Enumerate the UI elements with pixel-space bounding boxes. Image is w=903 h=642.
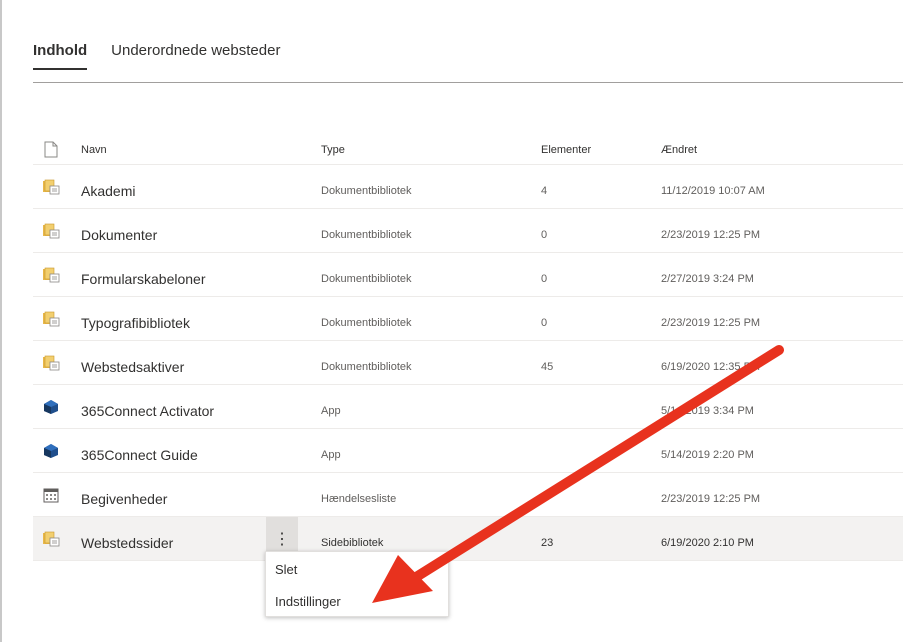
row-name[interactable]: Begivenheder xyxy=(81,473,167,520)
row-modified: 2/23/2019 12:25 PM xyxy=(661,492,761,505)
row-name[interactable]: 365Connect Activator xyxy=(81,385,214,432)
row-type: Dokumentbibliotek xyxy=(321,360,412,373)
table-row[interactable]: 365Connect Guide App 5/14/2019 2:20 PM xyxy=(33,429,903,473)
menu-item-settings[interactable]: Indstillinger xyxy=(275,594,341,609)
row-items: 4 xyxy=(541,184,548,197)
row-name[interactable]: Webstedssider xyxy=(81,517,173,564)
file-type-header-icon[interactable] xyxy=(41,127,61,168)
row-name[interactable]: Akademi xyxy=(81,165,135,212)
calendar-icon xyxy=(41,473,61,516)
tab-divider xyxy=(33,82,903,83)
row-type: Dokumentbibliotek xyxy=(321,316,412,329)
row-name[interactable]: Formularskabeloner xyxy=(81,253,206,300)
row-type: Dokumentbibliotek xyxy=(321,272,412,285)
library-icon xyxy=(41,253,61,296)
app-icon xyxy=(41,429,61,472)
row-items: 0 xyxy=(541,492,548,505)
row-items: 23 xyxy=(541,536,554,549)
row-modified: 11/12/2019 10:07 AM xyxy=(661,184,765,197)
menu-item-delete[interactable]: Slet xyxy=(275,562,297,577)
row-items: 0 xyxy=(541,272,548,285)
table-row[interactable]: Akademi Dokumentbibliotek 4 11/12/2019 1… xyxy=(33,165,903,209)
header-type[interactable]: Type xyxy=(321,127,345,168)
table-row[interactable]: Webstedsaktiver Dokumentbibliotek 45 6/1… xyxy=(33,341,903,385)
tab-bar: Indhold Underordnede websteder xyxy=(33,42,280,70)
library-icon xyxy=(41,517,61,560)
row-type: Dokumentbibliotek xyxy=(321,184,412,197)
table-row[interactable]: Begivenheder Hændelsesliste 0 2/23/2019 … xyxy=(33,473,903,517)
app-icon xyxy=(41,385,61,428)
row-modified: 2/23/2019 12:25 PM xyxy=(661,316,761,329)
contents-table: Navn Type Elementer Ændret Akademi Dokum… xyxy=(33,127,903,561)
table-row[interactable]: 365Connect Activator App 5/14/2019 3:34 … xyxy=(33,385,903,429)
row-modified: 6/19/2020 12:35 PM xyxy=(661,360,761,373)
library-icon xyxy=(41,341,61,384)
row-type: App xyxy=(321,404,341,417)
context-menu: Slet Indstillinger xyxy=(265,551,449,617)
header-modified[interactable]: Ændret xyxy=(661,127,697,168)
tab-indhold[interactable]: Indhold xyxy=(33,42,88,70)
row-modified: 6/19/2020 2:10 PM xyxy=(661,536,754,549)
library-icon xyxy=(41,297,61,340)
library-icon xyxy=(41,209,61,252)
row-modified: 2/23/2019 12:25 PM xyxy=(661,228,761,241)
table-row[interactable]: Formularskabeloner Dokumentbibliotek 0 2… xyxy=(33,253,903,297)
row-type: Hændelsesliste xyxy=(321,492,397,505)
row-name[interactable]: Typografibibliotek xyxy=(81,297,190,344)
row-name[interactable]: Dokumenter xyxy=(81,209,157,256)
row-name[interactable]: Webstedsaktiver xyxy=(81,341,184,388)
table-row[interactable]: Typografibibliotek Dokumentbibliotek 0 2… xyxy=(33,297,903,341)
row-modified: 5/14/2019 3:34 PM xyxy=(661,404,754,417)
row-modified: 5/14/2019 2:20 PM xyxy=(661,448,754,461)
row-items: 0 xyxy=(541,316,548,329)
left-border xyxy=(0,0,2,642)
library-icon xyxy=(41,165,61,208)
header-name[interactable]: Navn xyxy=(81,127,107,168)
row-name[interactable]: 365Connect Guide xyxy=(81,429,198,476)
header-items[interactable]: Elementer xyxy=(541,127,591,168)
row-modified: 2/27/2019 3:24 PM xyxy=(661,272,754,285)
table-row[interactable]: Dokumenter Dokumentbibliotek 0 2/23/2019… xyxy=(33,209,903,253)
row-items: 45 xyxy=(541,360,554,373)
tab-underordnede-websteder[interactable]: Underordnede websteder xyxy=(111,42,280,70)
table-header: Navn Type Elementer Ændret xyxy=(33,127,903,165)
row-items: 0 xyxy=(541,228,548,241)
table-row-selected[interactable]: Webstedssider ⋮ Sidebibliotek 23 6/19/20… xyxy=(33,517,903,561)
row-type: Dokumentbibliotek xyxy=(321,228,412,241)
row-type: App xyxy=(321,448,341,461)
